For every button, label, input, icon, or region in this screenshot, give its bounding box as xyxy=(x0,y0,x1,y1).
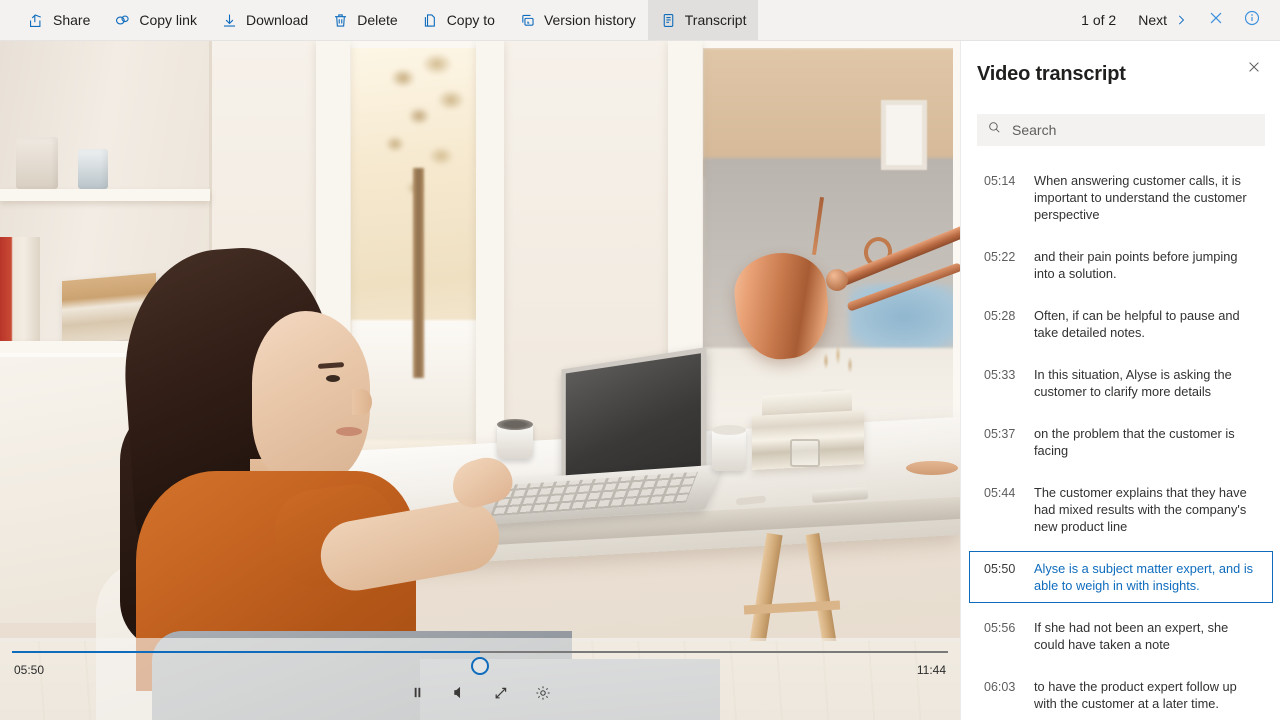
transcript-entry[interactable]: 05:44The customer explains that they hav… xyxy=(969,475,1273,544)
transcript-timestamp: 05:33 xyxy=(984,366,1034,400)
volume-button[interactable] xyxy=(446,682,472,708)
settings-button[interactable] xyxy=(530,682,556,708)
close-preview-button[interactable] xyxy=(1198,4,1234,36)
share-label: Share xyxy=(53,13,90,27)
version-history-label: Version history xyxy=(544,13,636,27)
player-controls-overlay: 05:50 11:44 xyxy=(0,638,960,720)
toolbar-commands: Share Copy link Download xyxy=(0,0,758,40)
transcript-timestamp: 05:28 xyxy=(984,307,1034,341)
next-label: Next xyxy=(1138,12,1167,28)
transcript-entry[interactable]: 05:50Alyse is a subject matter expert, a… xyxy=(969,551,1273,603)
copy-to-label: Copy to xyxy=(447,13,495,27)
video-player[interactable]: 05:50 11:44 xyxy=(0,41,960,720)
seek-progress xyxy=(12,651,480,653)
search-box[interactable] xyxy=(977,114,1265,146)
transcript-timestamp: 05:22 xyxy=(984,248,1034,282)
copy-link-button[interactable]: Copy link xyxy=(102,0,209,40)
info-icon xyxy=(1243,9,1261,32)
video-frame-image xyxy=(0,41,960,720)
transcript-entry[interactable]: 05:37on the problem that the customer is… xyxy=(969,416,1273,468)
transcript-timestamp: 06:03 xyxy=(984,678,1034,712)
delete-button[interactable]: Delete xyxy=(320,0,409,40)
toolbar: Share Copy link Download xyxy=(0,0,1280,41)
transcript-entry[interactable]: 05:14When answering customer calls, it i… xyxy=(969,163,1273,232)
transcript-text: Alyse is a subject matter expert, and is… xyxy=(1034,560,1258,594)
transcript-text: Often, if can be helpful to pause and ta… xyxy=(1034,307,1258,341)
fullscreen-button[interactable] xyxy=(488,682,514,708)
search-input[interactable] xyxy=(1012,122,1255,138)
transcript-text: to have the product expert follow up wit… xyxy=(1034,678,1258,712)
fullscreen-icon xyxy=(493,685,509,706)
transcript-tab[interactable]: Transcript xyxy=(648,0,759,40)
transcript-entry[interactable]: 05:56If she had not been an expert, she … xyxy=(969,610,1273,662)
pause-button[interactable] xyxy=(404,682,430,708)
transcript-panel: Video transcript 05:14When answering cus… xyxy=(960,41,1280,720)
panel-title: Video transcript xyxy=(977,63,1126,86)
share-icon xyxy=(28,12,45,29)
page-count: 1 of 2 xyxy=(1069,12,1128,28)
transcript-timestamp: 05:44 xyxy=(984,484,1034,535)
transcript-label: Transcript xyxy=(685,13,747,27)
download-icon xyxy=(221,12,238,29)
pause-icon xyxy=(410,685,425,705)
close-panel-button[interactable] xyxy=(1240,55,1268,83)
transcript-entry[interactable]: 05:22and their pain points before jumpin… xyxy=(969,239,1273,291)
transcript-text: and their pain points before jumping int… xyxy=(1034,248,1258,282)
seek-slider[interactable] xyxy=(12,651,948,653)
transcript-entry[interactable]: 06:03to have the product expert follow u… xyxy=(969,669,1273,720)
download-button[interactable]: Download xyxy=(209,0,320,40)
copy-link-label: Copy link xyxy=(139,13,197,27)
transcript-timestamp: 05:37 xyxy=(984,425,1034,459)
transcript-text: When answering customer calls, it is imp… xyxy=(1034,172,1258,223)
search-icon xyxy=(987,120,1002,140)
version-history-icon xyxy=(519,12,536,29)
trash-icon xyxy=(332,12,349,29)
copy-link-icon xyxy=(114,12,131,29)
download-label: Download xyxy=(246,13,308,27)
next-button[interactable]: Next xyxy=(1128,4,1198,36)
transcript-text: In this situation, Alyse is asking the c… xyxy=(1034,366,1258,400)
transcript-text: If she had not been an expert, she could… xyxy=(1034,619,1258,653)
transcript-timestamp: 05:14 xyxy=(984,172,1034,223)
transcript-entry[interactable]: 05:33In this situation, Alyse is asking … xyxy=(969,357,1273,409)
transcript-list[interactable]: 05:14When answering customer calls, it i… xyxy=(961,163,1280,720)
close-icon xyxy=(1207,9,1225,32)
transcript-timestamp: 05:50 xyxy=(984,560,1034,594)
details-info-button[interactable] xyxy=(1234,4,1270,36)
close-icon xyxy=(1246,59,1262,80)
copy-to-button[interactable]: Copy to xyxy=(410,0,507,40)
transcript-text: The customer explains that they have had… xyxy=(1034,484,1258,535)
version-history-button[interactable]: Version history xyxy=(507,0,648,40)
transcript-icon xyxy=(660,12,677,29)
gear-icon xyxy=(535,685,551,706)
toolbar-navigation: 1 of 2 Next xyxy=(1069,0,1280,40)
volume-icon xyxy=(452,685,467,705)
seek-thumb[interactable] xyxy=(471,657,489,675)
copy-to-icon xyxy=(422,12,439,29)
total-time: 11:44 xyxy=(917,663,946,677)
delete-label: Delete xyxy=(357,13,397,27)
chevron-right-icon xyxy=(1174,13,1188,27)
transcript-text: on the problem that the customer is faci… xyxy=(1034,425,1258,459)
share-button[interactable]: Share xyxy=(16,0,102,40)
transcript-entry[interactable]: 05:28Often, if can be helpful to pause a… xyxy=(969,298,1273,350)
transcript-timestamp: 05:56 xyxy=(984,619,1034,653)
current-time: 05:50 xyxy=(14,663,44,677)
playback-controls xyxy=(0,682,960,708)
